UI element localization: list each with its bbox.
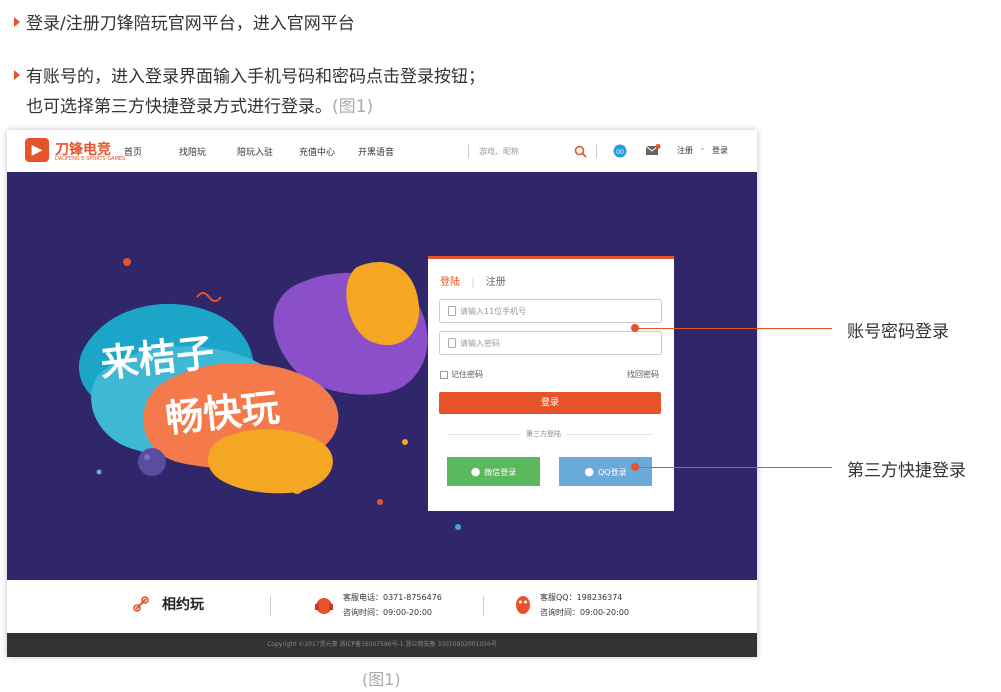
mail-icon[interactable] — [645, 144, 661, 157]
divider — [483, 596, 484, 616]
service-qq-hours: 咨询时间：09:00-20:00 — [540, 608, 629, 617]
logo-icon[interactable]: ▶ — [25, 138, 49, 162]
separator-dot: • — [700, 145, 705, 154]
forgot-password-link[interactable]: 找回密码 — [627, 369, 659, 380]
search-icon[interactable] — [574, 145, 587, 158]
tab-divider: | — [471, 277, 475, 288]
login-panel: 登陆 | 注册 请输入11位手机号 请输入密码 记住密码 找回密码 登录 第三方… — [428, 256, 674, 511]
register-link[interactable]: 注册 — [677, 145, 693, 156]
instruction-2: 有账号的，进入登录界面输入手机号码和密码点击登录按钮； — [14, 62, 485, 87]
partner-logo[interactable]: 相约玩 — [162, 594, 204, 614]
wechat-icon: ● — [470, 465, 481, 478]
divider — [596, 144, 597, 158]
remember-checkbox[interactable]: 记住密码 — [440, 369, 483, 380]
annotation-line — [635, 467, 832, 468]
nav-recharge[interactable]: 充值中心 — [299, 145, 335, 158]
logo-subtitle: DAOFENG E-SPORTS GAMES — [55, 156, 126, 162]
link-icon — [133, 596, 149, 612]
divider — [468, 144, 469, 158]
tab-register[interactable]: 注册 — [486, 277, 506, 288]
checkbox-icon[interactable] — [440, 370, 448, 379]
bullet-icon — [14, 17, 20, 27]
annotation-account-login: 账号密码登录 — [847, 322, 949, 342]
figure-ref: (图1) — [332, 97, 374, 117]
phone-field[interactable]: 请输入11位手机号 — [439, 299, 662, 323]
login-button[interactable]: 登录 — [439, 392, 661, 414]
chat-icon[interactable]: QQ — [613, 144, 627, 158]
wechat-login-button[interactable]: ● 微信登录 — [447, 457, 540, 486]
password-placeholder: 请输入密码 — [460, 339, 500, 348]
phone-icon — [448, 306, 456, 316]
annotation-line — [635, 328, 832, 329]
headset-icon — [315, 598, 333, 614]
nav-join[interactable]: 陪玩入驻 — [237, 145, 273, 158]
nav-home[interactable]: 首页 — [124, 145, 142, 158]
lock-icon — [448, 338, 456, 348]
divider — [270, 596, 271, 616]
nav-voice[interactable]: 开黑语音 — [358, 145, 394, 158]
login-tabs: 登陆 | 注册 — [440, 273, 506, 288]
login-link[interactable]: 登录 — [712, 145, 728, 156]
password-field[interactable]: 请输入密码 — [439, 331, 662, 355]
bullet-icon — [14, 70, 20, 80]
copyright-bar: Copyright ©2017觅元豪 浙ICP备16007586号-1 浙公网安… — [7, 633, 757, 657]
site-header: ▶ 刀锋电竞 DAOFENG E-SPORTS GAMES 首页 找陪玩 陪玩入… — [7, 130, 757, 172]
phone-placeholder: 请输入11位手机号 — [460, 307, 527, 316]
qq-login-button[interactable]: ● QQ登录 — [559, 457, 652, 486]
service-phone: 客服电话：0371-8756476 — [343, 593, 442, 602]
third-party-label: 第三方登陆 — [520, 429, 567, 439]
instruction-3: 也可选择第三方快捷登录方式进行登录。(图1) — [26, 97, 374, 117]
instruction-1: 登录/注册刀锋陪玩官网平台，进入官网平台 — [14, 9, 355, 34]
svg-text:QQ: QQ — [616, 150, 624, 156]
annotation-third-party-login: 第三方快捷登录 — [847, 461, 966, 481]
service-qq: 客服QQ：198236374 — [540, 593, 623, 602]
hero-banner: 来桔子 畅快玩 登陆 | 注册 请输入11位手机号 请输入密码 记住密码 找回密… — [7, 172, 757, 580]
qq-icon: ● — [584, 465, 594, 478]
website-screenshot: ▶ 刀锋电竞 DAOFENG E-SPORTS GAMES 首页 找陪玩 陪玩入… — [7, 130, 757, 657]
figure-caption: (图1) — [362, 670, 401, 689]
qq-service-icon — [516, 596, 530, 614]
nav-find-player[interactable]: 找陪玩 — [179, 145, 206, 158]
search-input[interactable]: 游戏、昵称 — [479, 146, 519, 157]
service-hours: 咨询时间：09:00-20:00 — [343, 608, 432, 617]
site-footer-info: 相约玩 客服电话：0371-8756476 咨询时间：09:00-20:00 客… — [7, 580, 757, 633]
tab-login[interactable]: 登陆 — [440, 277, 460, 288]
